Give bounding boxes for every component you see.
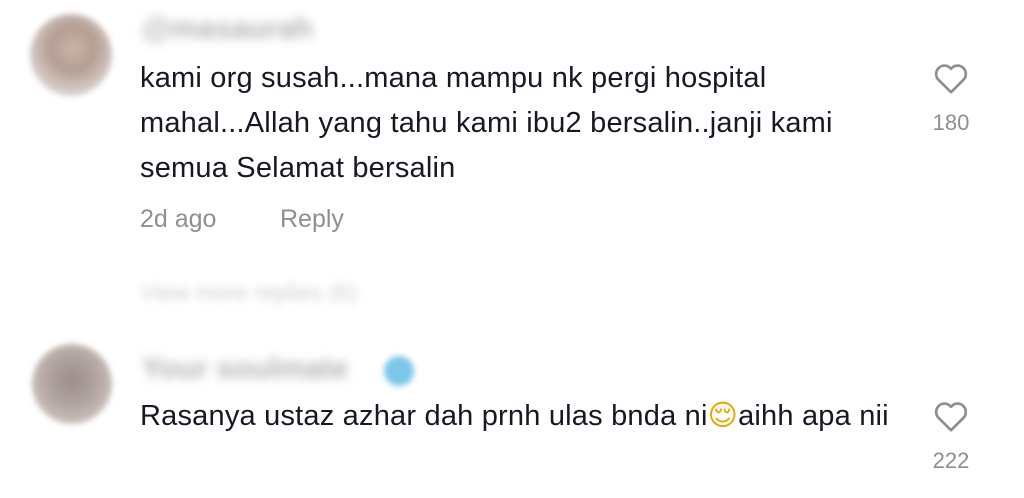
like-button[interactable]: 222 — [911, 396, 991, 474]
like-count: 180 — [932, 110, 970, 135]
like-count: 222 — [932, 448, 970, 473]
avatar[interactable] — [32, 344, 112, 424]
heart-outline-icon[interactable] — [931, 58, 971, 98]
comment-text: Rasanya ustaz azhar dah prnh ulas bnda n… — [140, 393, 910, 439]
relieved-face-emoji: 😌 — [707, 398, 739, 432]
comment-text-part: Rasanya ustaz azhar dah prnh ulas bnda n… — [140, 400, 708, 432]
view-replies-button[interactable]: View more replies (6) — [140, 279, 357, 306]
like-button[interactable]: 180 — [911, 58, 991, 136]
comment-timestamp: 2d ago — [140, 205, 217, 233]
reply-button[interactable]: Reply — [280, 205, 344, 234]
username[interactable]: Your soulmate — [142, 352, 348, 386]
username[interactable]: @masaurah — [142, 12, 313, 46]
verified-badge-icon — [384, 356, 414, 386]
comment-text-part: aihh apa nii — [738, 400, 889, 432]
heart-outline-icon[interactable] — [931, 396, 971, 436]
comment-text: kami org susah...mana mampu nk pergi hos… — [140, 62, 833, 184]
avatar[interactable] — [30, 14, 112, 96]
